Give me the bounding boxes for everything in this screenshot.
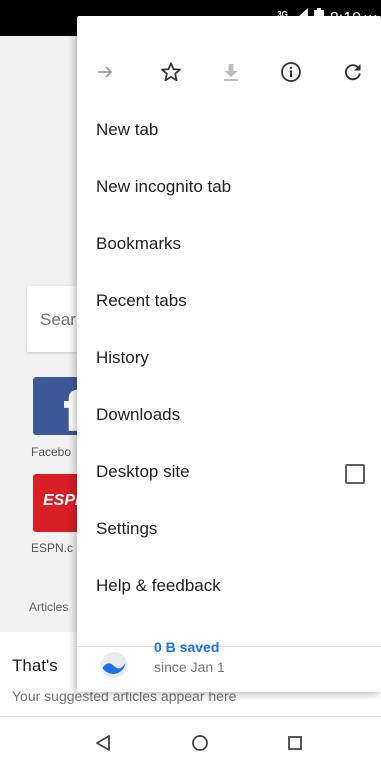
menu-item-label: Downloads (96, 405, 181, 424)
home-button[interactable] (186, 729, 214, 757)
data-saver-summary[interactable]: 0 B saved since Jan 1 (77, 639, 381, 692)
bookmark-star-icon (161, 62, 181, 82)
desktop-site-checkbox[interactable] (345, 464, 365, 484)
menu-item-label: Desktop site (96, 462, 190, 481)
menu-item-settings[interactable]: Settings (77, 501, 381, 558)
menu-item-desktop-site[interactable]: Desktop site (77, 444, 381, 501)
menu-item-downloads[interactable]: Downloads (77, 387, 381, 444)
menu-item-label: New incognito tab (96, 177, 232, 196)
tile-facebook-label: Facebo (31, 445, 72, 459)
navigation-bar (0, 716, 381, 769)
menu-item-label: Recent tabs (96, 291, 187, 310)
back-button[interactable] (89, 729, 117, 757)
refresh-icon (344, 64, 361, 81)
overflow-menu: New tab New incognito tab Bookmarks Rece… (77, 16, 381, 692)
info-icon (281, 62, 301, 82)
menu-item-new-tab[interactable]: New tab (77, 102, 381, 159)
data-saver-amount: 0 B saved (154, 639, 220, 655)
tile-espn-label: ESPN.c (31, 541, 74, 555)
back-icon (96, 735, 110, 751)
menu-item-help-feedback[interactable]: Help & feedback (77, 558, 381, 615)
menu-item-new-incognito-tab[interactable]: New incognito tab (77, 159, 381, 216)
menu-item-label: Help & feedback (96, 576, 221, 595)
menu-item-label: Bookmarks (96, 234, 182, 253)
menu-item-history[interactable]: History (77, 330, 381, 387)
forward-button[interactable] (91, 58, 119, 86)
home-icon (192, 735, 208, 751)
forward-icon (98, 66, 113, 78)
download-button[interactable] (217, 58, 245, 86)
recents-icon (288, 736, 302, 750)
articles-card-title: That's (12, 656, 58, 675)
menu-item-recent-tabs[interactable]: Recent tabs (77, 273, 381, 330)
data-saver-since: since Jan 1 (154, 659, 225, 675)
menu-item-label: History (96, 348, 149, 367)
search-placeholder: Sear (40, 310, 76, 329)
refresh-button[interactable] (339, 58, 367, 86)
menu-item-bookmarks[interactable]: Bookmarks (77, 216, 381, 273)
articles-header: Articles (29, 600, 69, 614)
recents-button[interactable] (281, 729, 309, 757)
menu-item-label: New tab (96, 120, 159, 139)
info-button[interactable] (277, 58, 305, 86)
bookmark-star-button[interactable] (157, 58, 185, 86)
data-saver-icon (101, 652, 127, 678)
download-icon (224, 64, 238, 81)
menu-item-label: Settings (96, 519, 158, 538)
menu-toolbar (77, 16, 381, 100)
